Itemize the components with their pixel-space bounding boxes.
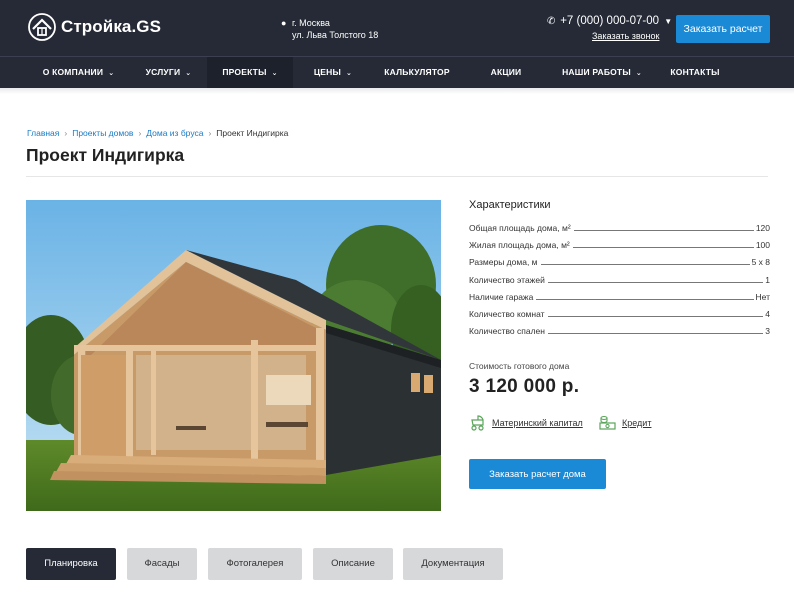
maternity-capital-link[interactable]: Материнский капитал <box>469 414 583 431</box>
address-city: г. Москва <box>292 18 330 28</box>
spec-label: Количество этажей <box>469 275 545 285</box>
breadcrumb-link-projects[interactable]: Проекты домов <box>72 128 133 138</box>
breadcrumb-link-home[interactable]: Главная <box>27 128 59 138</box>
spec-label: Количество спален <box>469 326 545 336</box>
price-value: 3 120 000 р. <box>469 376 580 397</box>
breadcrumb-current: Проект Индигирка <box>216 128 289 138</box>
address: ● г. Москва ул. Льва Толстого 18 <box>281 17 378 41</box>
nav-item-label: О КОМПАНИИ <box>42 67 104 77</box>
spec-label: Размеры дома, м <box>469 257 538 267</box>
phone-icon: ✆ <box>547 16 556 27</box>
house-photo[interactable] <box>26 200 441 511</box>
breadcrumb-separator: › <box>138 128 142 138</box>
stroller-icon <box>471 415 484 431</box>
spec-value: 3 <box>765 326 770 336</box>
chevron-down-icon: ⌄ <box>271 70 278 77</box>
nav-item-services[interactable]: УСЛУГИ ⌄ <box>130 57 207 88</box>
phone-number[interactable]: ✆ +7 (000) 000-07-00 ▼ <box>547 15 672 27</box>
credit-label: Кредит <box>622 417 652 428</box>
spec-row: Количество спален 3 <box>469 325 770 336</box>
main-nav: О КОМПАНИИ ⌄ УСЛУГИ ⌄ ПРОЕКТЫ ⌄ ЦЕНЫ ⌄ КАЛЬК… <box>0 56 794 88</box>
spec-row: Жилая площадь дома, м² 100 <box>469 239 770 250</box>
chevron-down-icon: ⌄ <box>108 70 115 77</box>
divider <box>26 176 768 177</box>
nav-item-projects[interactable]: ПРОЕКТЫ ⌄ <box>207 57 293 88</box>
logo-house-icon <box>28 13 56 41</box>
spec-label: Жилая площадь дома, м² <box>469 240 570 250</box>
nav-item-label: НАШИ РАБОТЫ <box>562 67 631 77</box>
spec-value: 4 <box>765 309 770 319</box>
nav-item-calculator[interactable]: КАЛЬКУЛЯТОР <box>373 57 461 88</box>
maternity-capital-label: Материнский капитал <box>492 417 583 428</box>
spec-value: 5 х 8 <box>751 257 770 267</box>
page-title: Проект Индигирка <box>26 145 185 165</box>
top-header: Стройка.GS ● г. Москва ул. Льва Толстого … <box>0 0 794 56</box>
chevron-down-icon: ⌄ <box>185 70 192 77</box>
spec-value: Нет <box>755 292 770 302</box>
spec-row: Наличие гаража Нет <box>469 291 770 302</box>
spec-dots <box>536 299 754 300</box>
callback-link[interactable]: Заказать звонок <box>592 31 659 41</box>
chevron-down-icon: ⌄ <box>635 70 642 77</box>
nav-item-label: АКЦИИ <box>490 67 522 77</box>
logo-text: Стройка.GS <box>61 17 162 36</box>
nav-item-label: КОНТАКТЫ <box>670 67 720 77</box>
spec-dots <box>572 247 754 248</box>
price-label: Стоимость готового дома <box>469 361 570 371</box>
money-icon <box>599 415 616 430</box>
spec-dots <box>547 333 764 334</box>
breadcrumb-separator: › <box>64 128 68 138</box>
order-calculation-button[interactable]: Заказать расчет <box>676 15 770 43</box>
chevron-down-icon: ▼ <box>664 17 673 26</box>
nav-item-prices[interactable]: ЦЕНЫ ⌄ <box>293 57 373 88</box>
spec-value: 100 <box>755 240 770 250</box>
order-house-calculation-button[interactable]: Заказать расчет дома <box>469 459 606 489</box>
nav-item-label: УСЛУГИ <box>145 67 181 77</box>
nav-item-about[interactable]: О КОМПАНИИ ⌄ <box>27 57 130 88</box>
tab-documentation[interactable]: Документация <box>403 548 503 580</box>
location-pin-icon: ● <box>281 18 287 28</box>
spec-value: 120 <box>755 223 770 233</box>
spec-row: Размеры дома, м 5 х 8 <box>469 256 770 267</box>
nav-item-contacts[interactable]: КОНТАКТЫ <box>653 57 737 88</box>
nav-item-our-works[interactable]: НАШИ РАБОТЫ ⌄ <box>551 57 653 88</box>
nav-item-label: ЦЕНЫ <box>313 67 342 77</box>
spec-dots <box>547 282 764 283</box>
logo[interactable]: Стройка.GS <box>28 13 161 41</box>
header-shadow <box>0 88 794 94</box>
tab-photo-gallery[interactable]: Фотогалерея <box>208 548 302 580</box>
spec-label: Общая площадь дома, м² <box>469 223 571 233</box>
nav-item-label: КАЛЬКУЛЯТОР <box>384 67 450 77</box>
tab-floor-plan[interactable]: Планировка <box>26 548 116 580</box>
spec-dots <box>573 230 754 231</box>
nav-item-promotions[interactable]: АКЦИИ <box>461 57 551 88</box>
address-street: ул. Льва Толстого 18 <box>292 30 379 40</box>
spec-label: Количество комнат <box>469 309 545 319</box>
spec-row: Количество этажей 1 <box>469 274 770 285</box>
chevron-down-icon: ⌄ <box>346 70 353 77</box>
tab-description[interactable]: Описание <box>313 548 393 580</box>
credit-link[interactable]: Кредит <box>599 414 651 431</box>
spec-row: Количество комнат 4 <box>469 308 770 319</box>
spec-row: Общая площадь дома, м² 120 <box>469 222 770 233</box>
specs-title: Характеристики <box>469 199 551 211</box>
breadcrumb-link-timber-houses[interactable]: Дома из бруса <box>146 128 203 138</box>
breadcrumb-separator: › <box>208 128 212 138</box>
phone-text: +7 (000) 000-07-00 <box>560 15 659 27</box>
nav-item-label: ПРОЕКТЫ <box>222 67 267 77</box>
spec-dots <box>540 264 750 265</box>
spec-label: Наличие гаража <box>469 292 534 302</box>
breadcrumb: Главная › Проекты домов › Дома из бруса › Прое… <box>27 128 288 138</box>
spec-value: 1 <box>765 275 770 285</box>
spec-dots <box>547 316 764 317</box>
tab-facades[interactable]: Фасады <box>127 548 197 580</box>
